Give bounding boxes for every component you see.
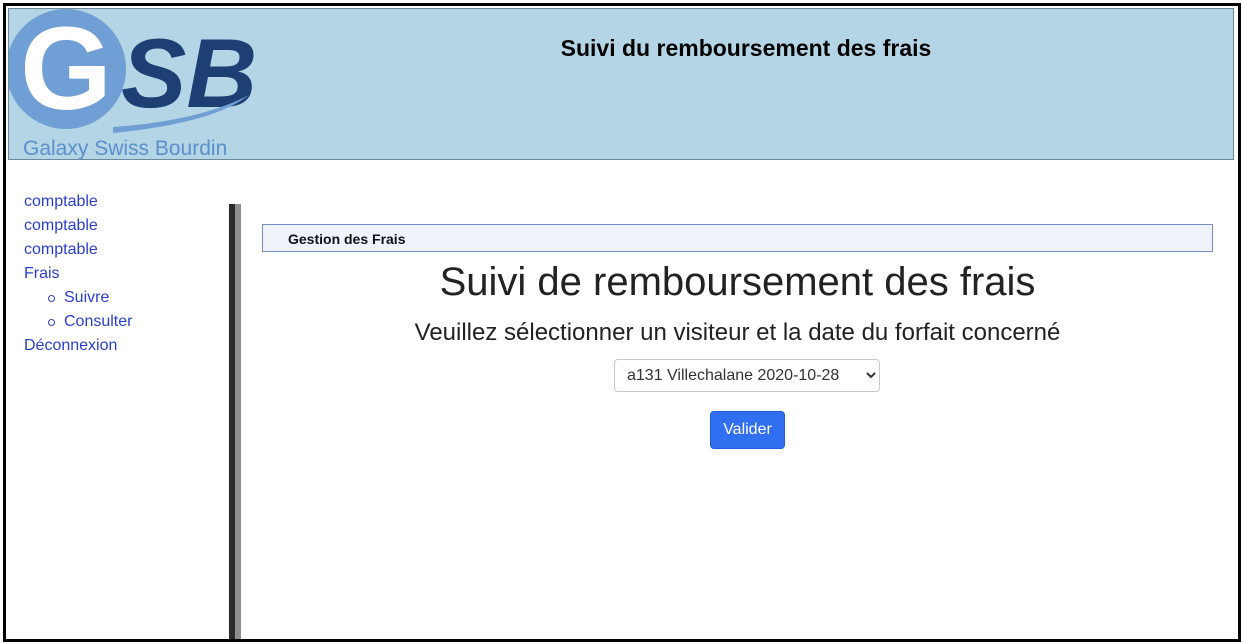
- submenu-link-consulter[interactable]: Consulter: [64, 313, 132, 330]
- visitor-date-select[interactable]: a131 Villechalane 2020-10-28: [614, 359, 880, 392]
- sidebar-menu: comptable comptable comptable Frais Suiv…: [24, 190, 132, 358]
- gsb-logo: G SB Galaxy Swiss Bourdin: [9, 9, 254, 160]
- valider-button[interactable]: Valider: [710, 411, 785, 449]
- page-title: Suivi de remboursement des frais: [439, 260, 1036, 304]
- header-title: Suivi du remboursement des frais: [560, 35, 932, 61]
- section-header-bar: Gestion des Frais: [262, 224, 1213, 252]
- submenu-item: Consulter: [48, 310, 132, 334]
- menu-link-comptable-3[interactable]: comptable: [24, 241, 98, 258]
- frais-submenu: Suivre Consulter: [24, 286, 132, 334]
- menu-item: Déconnexion: [24, 334, 132, 358]
- menu-item: comptable: [24, 190, 132, 214]
- submenu-item: Suivre: [48, 286, 132, 310]
- vertical-divider-light: [235, 204, 241, 639]
- logo-tagline: Galaxy Swiss Bourdin: [23, 137, 227, 160]
- section-label: Gestion des Frais: [288, 231, 406, 247]
- page-subtitle: Veuillez sélectionner un visiteur et la …: [414, 319, 1061, 346]
- submenu-link-suivre[interactable]: Suivre: [64, 289, 109, 306]
- menu-item-frais: Frais Suivre Consulter: [24, 262, 132, 334]
- menu-link-comptable-2[interactable]: comptable: [24, 217, 98, 234]
- menu-link-deconnexion[interactable]: Déconnexion: [24, 337, 117, 354]
- menu-link-frais[interactable]: Frais: [24, 265, 60, 282]
- logo-letter-g: G: [20, 9, 112, 135]
- menu-item: comptable: [24, 238, 132, 262]
- menu-item: comptable: [24, 214, 132, 238]
- logo-letters-sb: SB: [121, 18, 254, 128]
- header: G SB Galaxy Swiss Bourdin Suivi du rembo…: [8, 8, 1234, 160]
- page-frame: G SB Galaxy Swiss Bourdin Suivi du rembo…: [3, 3, 1241, 642]
- menu-link-comptable-1[interactable]: comptable: [24, 193, 98, 210]
